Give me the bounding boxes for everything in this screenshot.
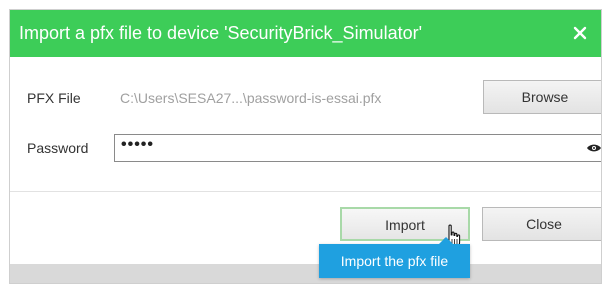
pfx-file-label: PFX File [27, 90, 81, 106]
form-divider [10, 191, 601, 192]
import-pfx-dialog: Import a pfx file to device 'SecurityBri… [9, 9, 602, 284]
dialog-titlebar: Import a pfx file to device 'SecurityBri… [10, 10, 601, 57]
dialog-footer-bar [10, 264, 601, 283]
pfx-file-path: C:\Users\SESA27...\password-is-essai.pfx [120, 90, 382, 106]
dialog-title: Import a pfx file to device 'SecurityBri… [19, 23, 423, 43]
password-field[interactable]: ••••• [114, 134, 601, 162]
password-label: Password [27, 140, 89, 156]
tooltip-arrow [439, 237, 453, 244]
password-value: ••••• [121, 136, 155, 153]
import-tooltip: Import the pfx file [319, 237, 470, 278]
browse-button[interactable]: Browse [483, 80, 601, 114]
close-button[interactable]: Close [482, 207, 601, 241]
eye-icon[interactable] [586, 142, 601, 154]
tooltip-text: Import the pfx file [340, 253, 449, 269]
close-icon[interactable] [569, 22, 591, 44]
